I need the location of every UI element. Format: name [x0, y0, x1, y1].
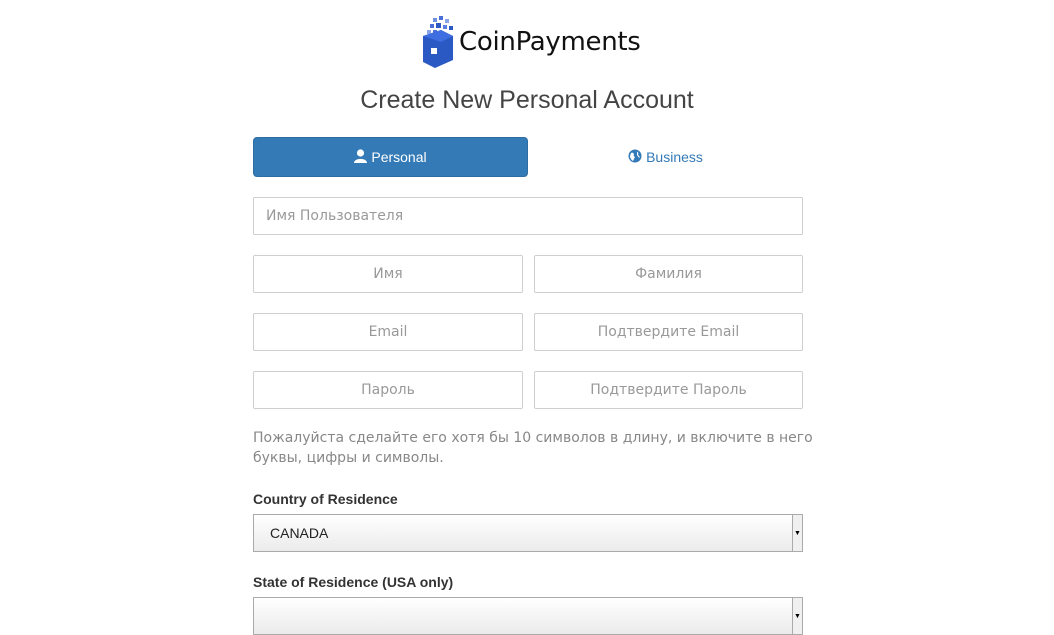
country-label: Country of Residence — [253, 491, 398, 507]
page-title: Create New Personal Account — [360, 86, 694, 114]
password-hint: Пожалуйста сделайте его хотя бы 10 симво… — [253, 428, 813, 468]
username-placeholder: Имя Пользователя — [266, 208, 404, 224]
globe-icon — [628, 149, 646, 166]
confirm-password-input[interactable]: Подтвердите Пароль — [534, 371, 803, 409]
email-input[interactable]: Email — [253, 313, 523, 351]
email-placeholder: Email — [368, 324, 408, 340]
brand-logo[interactable]: CoinPayments — [421, 16, 641, 68]
confirm-password-placeholder: Подтвердите Пароль — [590, 382, 747, 398]
user-icon — [354, 148, 371, 166]
country-select[interactable]: CANADA ▼ — [253, 514, 803, 552]
tab-business[interactable]: Business — [528, 137, 803, 177]
state-select[interactable]: ▼ — [253, 597, 803, 635]
first-name-input[interactable]: Имя — [253, 255, 523, 293]
wallet-logo-icon — [421, 16, 455, 68]
chevron-down-icon[interactable]: ▼ — [792, 515, 802, 551]
password-hint-line1: Пожалуйста сделайте его хотя бы 10 симво… — [253, 430, 813, 446]
first-name-placeholder: Имя — [373, 266, 403, 282]
tab-personal[interactable]: Personal — [253, 137, 528, 177]
country-value: CANADA — [270, 525, 329, 541]
brand-name: CoinPayments — [459, 27, 641, 57]
chevron-down-icon[interactable]: ▼ — [792, 598, 802, 634]
last-name-input[interactable]: Фамилия — [534, 255, 803, 293]
last-name-placeholder: Фамилия — [635, 266, 702, 282]
confirm-email-placeholder: Подтвердите Email — [597, 324, 740, 340]
password-input[interactable]: Пароль — [253, 371, 523, 409]
password-hint-line2: буквы, цифры и символы. — [253, 450, 444, 466]
tab-business-label: Business — [646, 149, 703, 165]
tab-personal-label: Personal — [371, 149, 427, 165]
password-placeholder: Пароль — [361, 382, 415, 398]
confirm-email-input[interactable]: Подтвердите Email — [534, 313, 803, 351]
username-input[interactable]: Имя Пользователя — [253, 197, 803, 235]
state-label: State of Residence (USA only) — [253, 574, 454, 590]
